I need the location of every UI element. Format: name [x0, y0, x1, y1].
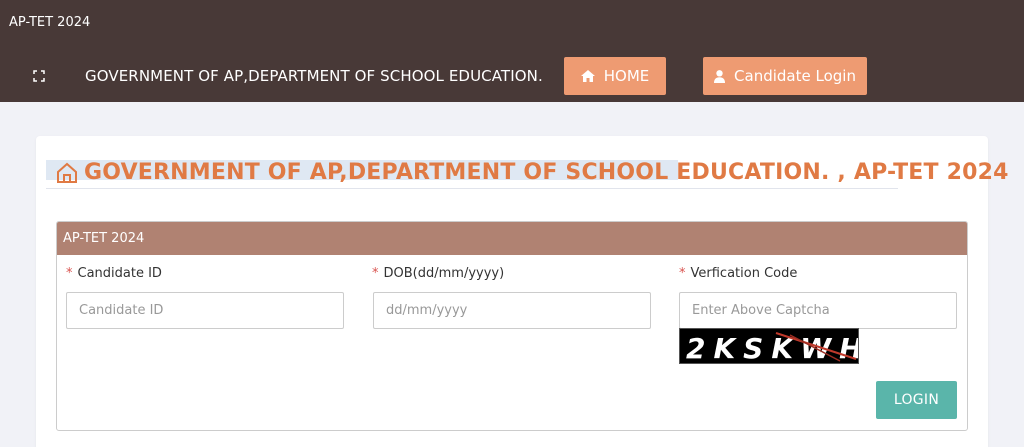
required-mark: * [66, 266, 73, 281]
captcha-image: 2KSKWH [679, 328, 863, 365]
captcha-input[interactable] [679, 292, 957, 329]
user-icon [714, 69, 726, 83]
candidate-login-nav-button[interactable]: Candidate Login [703, 57, 867, 95]
verification-code-label-text: Verfication Code [690, 266, 798, 281]
candidate-login-nav-label: Candidate Login [734, 67, 856, 85]
dob-input[interactable] [373, 292, 651, 329]
candidate-id-input[interactable] [66, 292, 344, 329]
login-button[interactable]: LOGIN [876, 381, 957, 419]
verification-code-label: * Verfication Code [679, 266, 797, 281]
app-title: AP-TET 2024 [9, 15, 91, 30]
department-name: GOVERNMENT OF AP,DEPARTMENT OF SCHOOL ED… [85, 67, 543, 85]
top-header: AP-TET 2024 GOVERNMENT OF AP,DEPARTMENT … [0, 0, 1024, 102]
candidate-id-label-text: Candidate ID [77, 266, 162, 281]
home-nav-button[interactable]: HOME [564, 57, 666, 95]
dob-label-text: DOB(dd/mm/yyyy) [383, 266, 505, 281]
dob-label: * DOB(dd/mm/yyyy) [372, 266, 504, 281]
fullscreen-icon[interactable] [33, 69, 45, 82]
home-nav-label: HOME [603, 67, 650, 85]
home-icon [580, 70, 595, 82]
captcha-text: 2KSKWH [686, 332, 858, 363]
page-heading: GOVERNMENT OF AP,DEPARTMENT OF SCHOOL ED… [46, 157, 1008, 189]
panel-header: AP-TET 2024 [57, 222, 967, 255]
candidate-id-label: * Candidate ID [66, 266, 162, 281]
page-heading-text: GOVERNMENT OF AP,DEPARTMENT OF SCHOOL ED… [84, 160, 1009, 185]
required-mark: * [372, 266, 379, 281]
required-mark: * [679, 266, 686, 281]
bank-building-icon [56, 162, 78, 184]
